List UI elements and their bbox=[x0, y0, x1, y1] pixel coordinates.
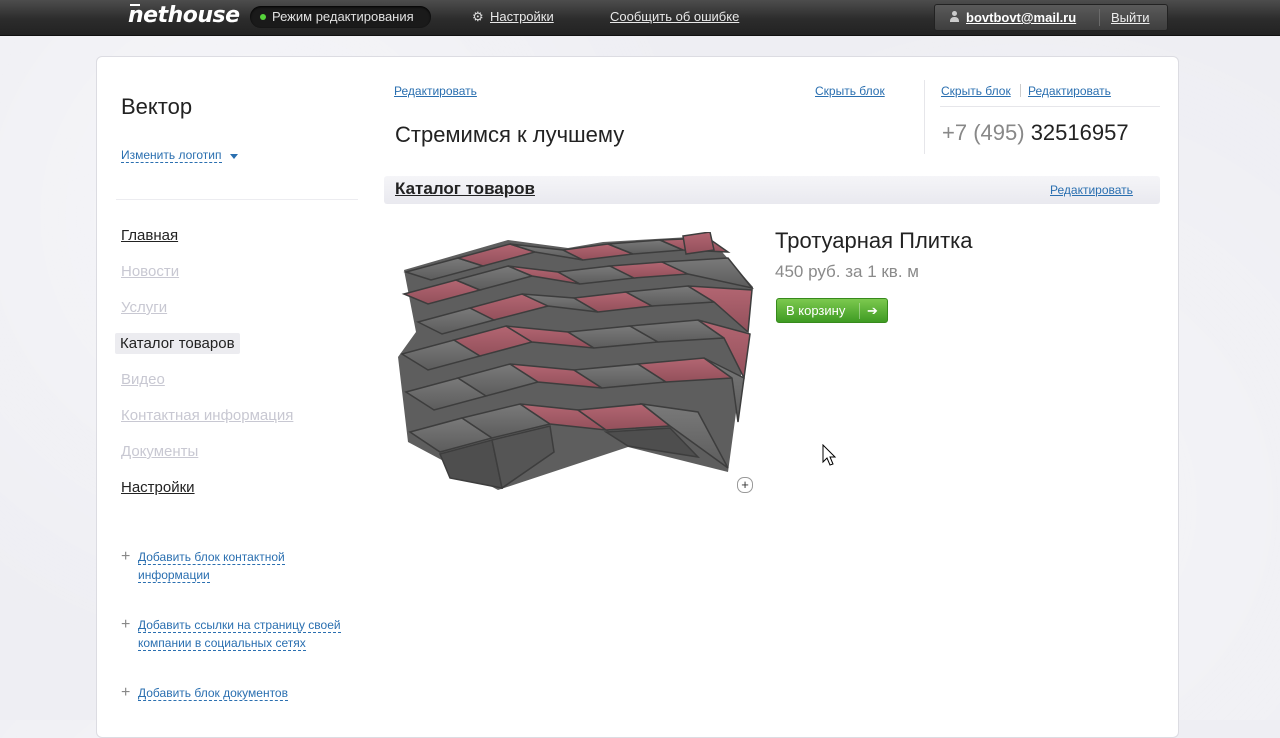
catalog-title[interactable]: Каталог товаров bbox=[395, 179, 535, 199]
user-email-link[interactable]: bovtbovt@mail.ru bbox=[966, 10, 1076, 25]
nav-item-settings[interactable]: Настройки bbox=[121, 479, 195, 496]
gear-icon: ⚙ bbox=[472, 9, 484, 24]
mouse-cursor-icon bbox=[822, 444, 837, 466]
plus-icon: + bbox=[121, 684, 131, 701]
plus-icon: + bbox=[121, 548, 131, 565]
report-error-link[interactable]: Сообщить об ошибке bbox=[610, 9, 739, 24]
arrow-right-icon: ➔ bbox=[867, 303, 878, 318]
nav-item-news[interactable]: Новости bbox=[121, 263, 179, 280]
nav-item-contacts[interactable]: Контактная информация bbox=[121, 407, 293, 424]
logout-link[interactable]: Выйти bbox=[1111, 10, 1150, 25]
divider bbox=[940, 106, 1160, 107]
change-logo-link[interactable]: Изменить логотип bbox=[121, 149, 222, 163]
divider bbox=[924, 80, 925, 154]
edit-mode-toggle[interactable]: Режим редактирования bbox=[250, 6, 431, 28]
add-image-button[interactable]: + bbox=[737, 477, 753, 493]
nav-item-catalog[interactable]: Каталог товаров bbox=[115, 333, 240, 354]
settings-link[interactable]: Настройки bbox=[490, 9, 554, 24]
nav-item-documents[interactable]: Документы bbox=[121, 443, 198, 460]
phone-code: +7 (495) bbox=[942, 120, 1025, 145]
user-icon bbox=[950, 11, 959, 23]
phone-digits: 32516957 bbox=[1030, 120, 1129, 145]
add-contact-block[interactable]: + Добавить блок контактной информации bbox=[121, 548, 351, 584]
top-bar: nethouse Режим редактирования ⚙ Настройк… bbox=[0, 0, 1280, 36]
edit-slogan-link[interactable]: Редактировать bbox=[394, 84, 477, 98]
add-to-cart-button[interactable]: В корзину ➔ bbox=[776, 298, 888, 323]
nethouse-logo[interactable]: nethouse bbox=[128, 3, 240, 28]
hide-slogan-link[interactable]: Скрыть блок bbox=[815, 84, 885, 98]
site-title[interactable]: Вектор bbox=[121, 94, 192, 120]
divider bbox=[116, 199, 358, 200]
hide-phone-link[interactable]: Скрыть блок bbox=[941, 84, 1011, 98]
chevron-down-icon[interactable] bbox=[230, 154, 238, 159]
nav-item-home[interactable]: Главная bbox=[121, 227, 178, 244]
add-documents-block[interactable]: + Добавить блок документов bbox=[121, 684, 351, 702]
divider bbox=[859, 303, 860, 319]
cart-button-label: В корзину bbox=[786, 303, 846, 318]
divider bbox=[1099, 9, 1100, 26]
edit-catalog-link[interactable]: Редактировать bbox=[1050, 183, 1133, 197]
add-documents-block-link[interactable]: Добавить блок документов bbox=[138, 686, 288, 701]
edit-mode-label: Режим редактирования bbox=[272, 9, 414, 24]
add-contact-block-link[interactable]: Добавить блок контактной информации bbox=[138, 550, 285, 583]
logo-tilde bbox=[130, 4, 140, 6]
divider bbox=[1020, 84, 1021, 97]
product-name[interactable]: Тротуарная Плитка bbox=[775, 228, 973, 254]
plus-icon: + bbox=[121, 616, 131, 633]
product-price: 450 руб. за 1 кв. м bbox=[775, 262, 919, 281]
user-panel: bovtbovt@mail.ru Выйти bbox=[934, 4, 1168, 31]
edit-phone-link[interactable]: Редактировать bbox=[1028, 84, 1111, 98]
status-dot-icon bbox=[260, 14, 266, 20]
add-social-links-link[interactable]: Добавить ссылки на страницу своей компан… bbox=[138, 618, 341, 651]
product-image-paving-tiles[interactable] bbox=[398, 232, 758, 494]
phone-number[interactable]: +7 (495) 32516957 bbox=[942, 120, 1129, 146]
add-social-links[interactable]: + Добавить ссылки на страницу своей комп… bbox=[121, 616, 351, 652]
nav-item-video[interactable]: Видео bbox=[121, 371, 165, 388]
brick bbox=[682, 232, 715, 255]
slogan-text[interactable]: Стремимся к лучшему bbox=[395, 122, 624, 148]
nav-item-services[interactable]: Услуги bbox=[121, 299, 167, 316]
